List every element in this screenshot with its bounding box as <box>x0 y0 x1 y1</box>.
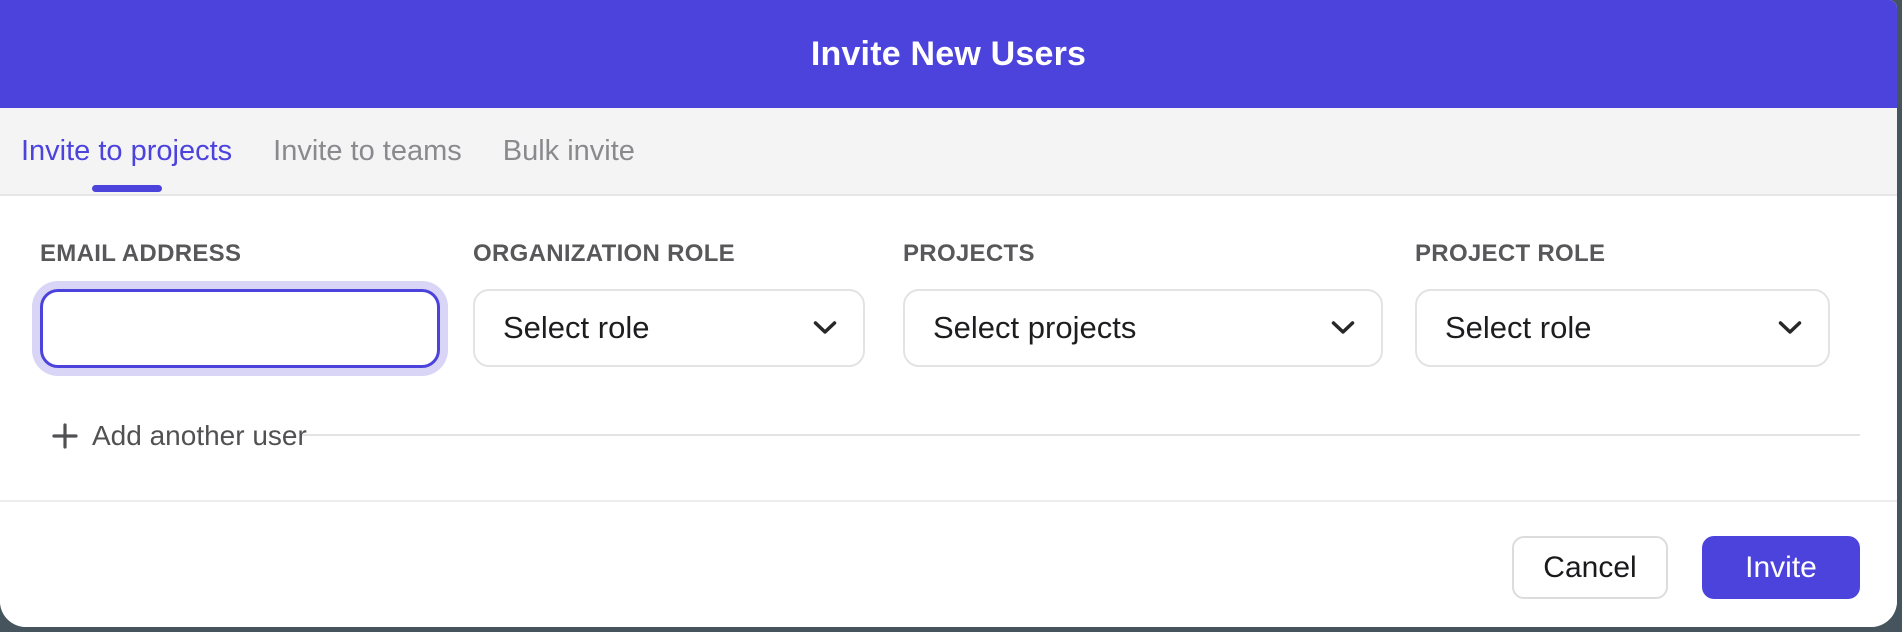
organization-role-field-group: ORGANIZATION ROLE Select role <box>473 241 865 367</box>
page-backdrop: Invite New Users Invite to projects Invi… <box>0 0 1902 632</box>
active-tab-indicator <box>92 185 162 192</box>
email-input[interactable] <box>40 289 440 368</box>
select-value: Select role <box>503 310 649 346</box>
email-address-label: EMAIL ADDRESS <box>40 241 440 267</box>
dialog-header: Invite New Users <box>0 0 1897 108</box>
tab-bar: Invite to projects Invite to teams Bulk … <box>0 108 1897 196</box>
tab-bulk-invite[interactable]: Bulk invite <box>503 108 635 194</box>
invite-button[interactable]: Invite <box>1702 536 1860 599</box>
project-role-field-group: PROJECT ROLE Select role <box>1415 241 1830 367</box>
tab-invite-to-projects[interactable]: Invite to projects <box>21 108 232 194</box>
cancel-button[interactable]: Cancel <box>1512 536 1668 599</box>
dialog-footer: Cancel Invite <box>0 500 1897 627</box>
email-address-field-group: EMAIL ADDRESS <box>40 241 440 368</box>
tab-label: Invite to teams <box>273 135 462 168</box>
invite-form: EMAIL ADDRESS ORGANIZATION ROLE Select r… <box>0 198 1897 500</box>
projects-field-group: PROJECTS Select projects <box>903 241 1383 367</box>
chevron-down-icon <box>1778 321 1802 335</box>
organization-role-select[interactable]: Select role <box>473 289 865 367</box>
add-user-divider <box>302 434 1860 436</box>
select-value: Select projects <box>933 310 1136 346</box>
select-value: Select role <box>1445 310 1591 346</box>
project-role-label: PROJECT ROLE <box>1415 241 1830 267</box>
tab-label: Bulk invite <box>503 135 635 168</box>
project-role-select[interactable]: Select role <box>1415 289 1830 367</box>
add-another-user-label: Add another user <box>92 420 307 452</box>
organization-role-label: ORGANIZATION ROLE <box>473 241 865 267</box>
chevron-down-icon <box>1331 321 1355 335</box>
tab-invite-to-teams[interactable]: Invite to teams <box>273 108 462 194</box>
projects-select[interactable]: Select projects <box>903 289 1383 367</box>
add-another-user-button[interactable]: Add another user <box>52 420 307 452</box>
invite-new-users-dialog: Invite New Users Invite to projects Invi… <box>0 0 1897 627</box>
plus-icon <box>52 423 78 449</box>
chevron-down-icon <box>813 321 837 335</box>
projects-label: PROJECTS <box>903 241 1383 267</box>
dialog-title: Invite New Users <box>0 0 1897 108</box>
tab-label: Invite to projects <box>21 135 232 168</box>
